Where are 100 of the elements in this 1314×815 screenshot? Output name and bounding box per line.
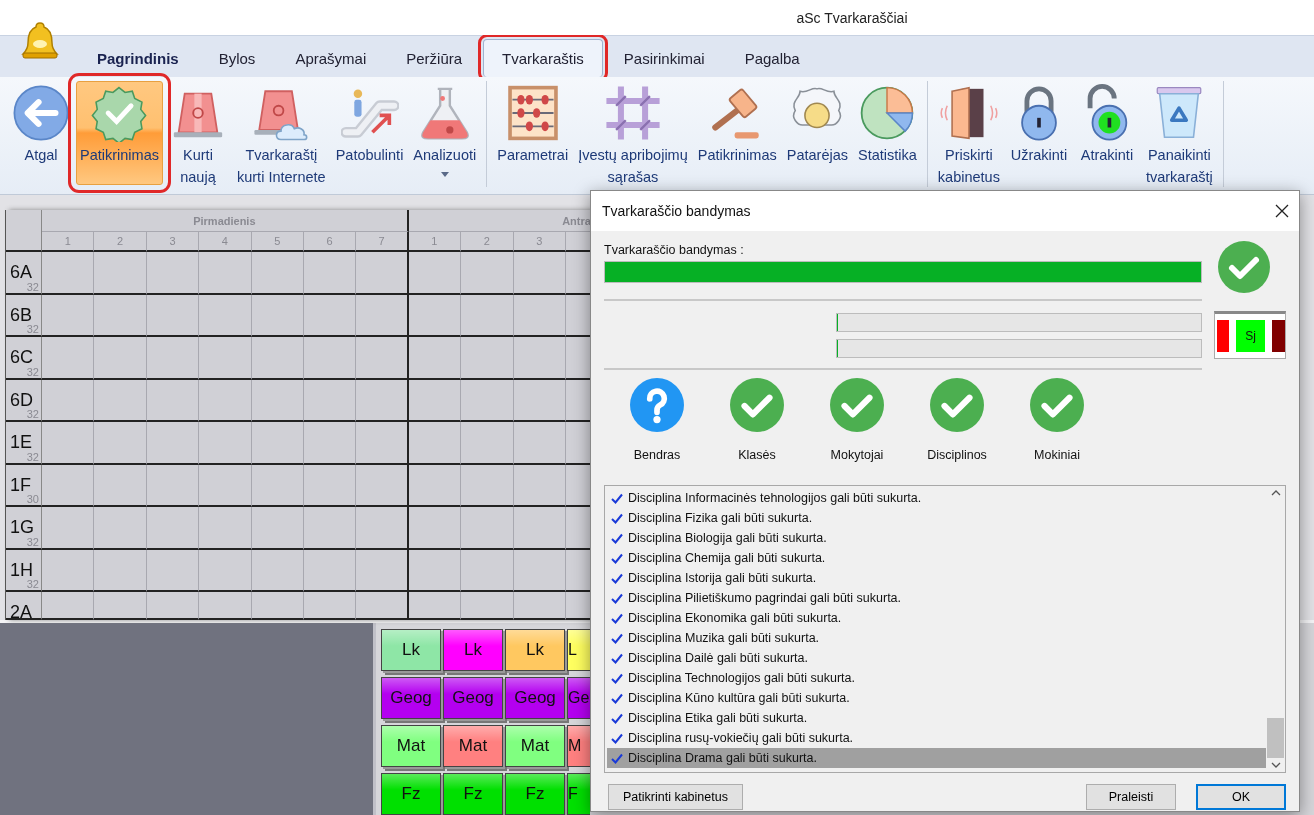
close-icon[interactable] (1275, 204, 1289, 218)
ribbon-button[interactable]: Statistika (854, 81, 921, 187)
ribbon-tab[interactable]: Aprašymai (276, 39, 386, 77)
list-item[interactable]: Disciplina Ekonomika gali būti sukurta. (607, 608, 1266, 628)
timetable-cell[interactable] (42, 507, 95, 550)
timetable-cell[interactable] (356, 252, 409, 295)
dialog-button[interactable]: Praleisti (1086, 784, 1176, 810)
dialog-button[interactable]: Patikrinti kabinetus (608, 784, 743, 810)
ribbon-tab[interactable]: Peržiūra (387, 39, 482, 77)
timetable-cell[interactable] (513, 252, 566, 295)
timetable-cell[interactable] (251, 252, 304, 295)
timetable-cell[interactable] (461, 294, 514, 337)
ribbon-tab[interactable]: Bylos (199, 39, 275, 77)
list-item[interactable]: Disciplina Muzika gali būti sukurta. (607, 628, 1266, 648)
ribbon-button[interactable]: Atgal (8, 81, 74, 187)
timetable-cell[interactable] (94, 337, 147, 380)
timetable-cell[interactable] (513, 422, 566, 465)
list-item[interactable]: Disciplina Biologija gali būti sukurta. (607, 528, 1266, 548)
timetable-cell[interactable] (199, 337, 252, 380)
lesson-card[interactable]: M (567, 725, 590, 767)
timetable-cell[interactable] (146, 464, 200, 507)
timetable-cell[interactable] (146, 549, 200, 592)
list-item[interactable]: Disciplina Informacinės tehnologijos gali būti sukurta. (607, 488, 1266, 508)
timetable-cell[interactable] (303, 294, 357, 337)
timetable-cell[interactable] (408, 379, 462, 422)
scroll-thumb[interactable] (1267, 718, 1284, 758)
timetable-cell[interactable] (199, 294, 252, 337)
timetable-cell[interactable] (42, 422, 95, 465)
timetable-cell[interactable] (199, 464, 252, 507)
timetable-cell[interactable] (513, 549, 566, 592)
timetable-cell[interactable] (146, 379, 200, 422)
lesson-card[interactable]: Fz (381, 773, 441, 815)
timetable-cell[interactable] (251, 507, 304, 550)
ribbon-tab[interactable]: Pasirinkimai (604, 39, 724, 77)
timetable-cell[interactable] (303, 379, 357, 422)
list-item[interactable]: Disciplina Pilietiškumo pagrindai gali būti sukurta. (607, 588, 1266, 608)
timetable-cell[interactable] (356, 379, 409, 422)
ribbon-button[interactable]: Analizuoti (409, 81, 481, 187)
timetable-cell[interactable] (513, 294, 566, 337)
list-item[interactable]: Disciplina Chemija gali būti sukurta. (607, 548, 1266, 568)
ribbon-button[interactable]: Atrakinti (1073, 81, 1140, 187)
ribbon-button[interactable]: Tvarkaraštį kurti Internete (232, 81, 330, 187)
list-item[interactable]: Disciplina Istorija gali būti sukurta. (607, 568, 1266, 588)
timetable-cell[interactable] (408, 507, 462, 550)
timetable-cell[interactable] (251, 464, 304, 507)
timetable-cell[interactable] (251, 549, 304, 592)
timetable-cell[interactable] (461, 422, 514, 465)
timetable-cell[interactable] (251, 337, 304, 380)
timetable-cell[interactable] (42, 252, 95, 295)
timetable-cell[interactable] (146, 294, 200, 337)
list-item[interactable]: Disciplina Fizika gali būti sukurta. (607, 508, 1266, 528)
timetable-cell[interactable] (94, 464, 147, 507)
timetable-cell[interactable] (94, 252, 147, 295)
timetable-cell[interactable] (42, 337, 95, 380)
timetable-cell[interactable] (199, 252, 252, 295)
ribbon-tab[interactable]: Pagrindinis (78, 39, 198, 77)
timetable-cell[interactable] (146, 507, 200, 550)
timetable-cell[interactable] (408, 252, 462, 295)
ribbon-button[interactable]: Priskirti kabinetus (933, 81, 1004, 187)
timetable-cell[interactable] (303, 507, 357, 550)
timetable-cell[interactable] (408, 422, 462, 465)
timetable-cell[interactable] (94, 549, 147, 592)
timetable-cell[interactable] (94, 294, 147, 337)
timetable-cell[interactable] (303, 464, 357, 507)
timetable-cell[interactable] (303, 549, 357, 592)
timetable-cell[interactable] (513, 337, 566, 380)
timetable-cell[interactable] (199, 379, 252, 422)
timetable-cell[interactable] (461, 379, 514, 422)
timetable-cell[interactable] (356, 337, 409, 380)
list-item[interactable]: Disciplina Etika gali būti sukurta. (607, 708, 1266, 728)
scroll-down-icon[interactable] (1270, 762, 1281, 768)
ribbon-button[interactable]: Kurti naują (164, 81, 231, 187)
timetable-cell[interactable] (461, 252, 514, 295)
timetable-cell[interactable] (251, 379, 304, 422)
timetable-cell[interactable] (513, 379, 566, 422)
timetable-cell[interactable] (513, 464, 566, 507)
timetable-cell[interactable] (513, 507, 566, 550)
lesson-card[interactable]: Fz (505, 773, 565, 815)
timetable-cell[interactable] (408, 337, 462, 380)
ribbon-button[interactable]: Įvestų apribojimų sąrašas (574, 81, 692, 187)
timetable-cell[interactable] (146, 252, 200, 295)
list-item[interactable]: Disciplina rusų-vokiečių gali būti sukurta. (607, 728, 1266, 748)
list-item[interactable]: Disciplina Technologijos gali būti sukurta. (607, 668, 1266, 688)
timetable-cell[interactable] (303, 252, 357, 295)
timetable-cell[interactable] (94, 379, 147, 422)
ribbon-button[interactable]: Parametrai (493, 81, 573, 187)
ribbon-button[interactable]: Patikrinimas (693, 81, 781, 187)
timetable-cell[interactable] (303, 337, 357, 380)
timetable-cell[interactable] (42, 379, 95, 422)
timetable-cell[interactable] (251, 294, 304, 337)
timetable-cell[interactable] (303, 422, 357, 465)
ribbon-button[interactable]: Užrakinti (1005, 81, 1072, 187)
timetable-cell[interactable] (199, 422, 252, 465)
timetable-cell[interactable] (356, 294, 409, 337)
timetable-cell[interactable] (356, 549, 409, 592)
list-item[interactable]: Disciplina Kūno kultūra gali būti sukurta. (607, 688, 1266, 708)
lesson-card[interactable]: L (567, 629, 590, 671)
timetable-cell[interactable] (199, 507, 252, 550)
scroll-up-icon[interactable] (1270, 490, 1281, 496)
ribbon-tab[interactable]: Pagalba (725, 39, 819, 77)
